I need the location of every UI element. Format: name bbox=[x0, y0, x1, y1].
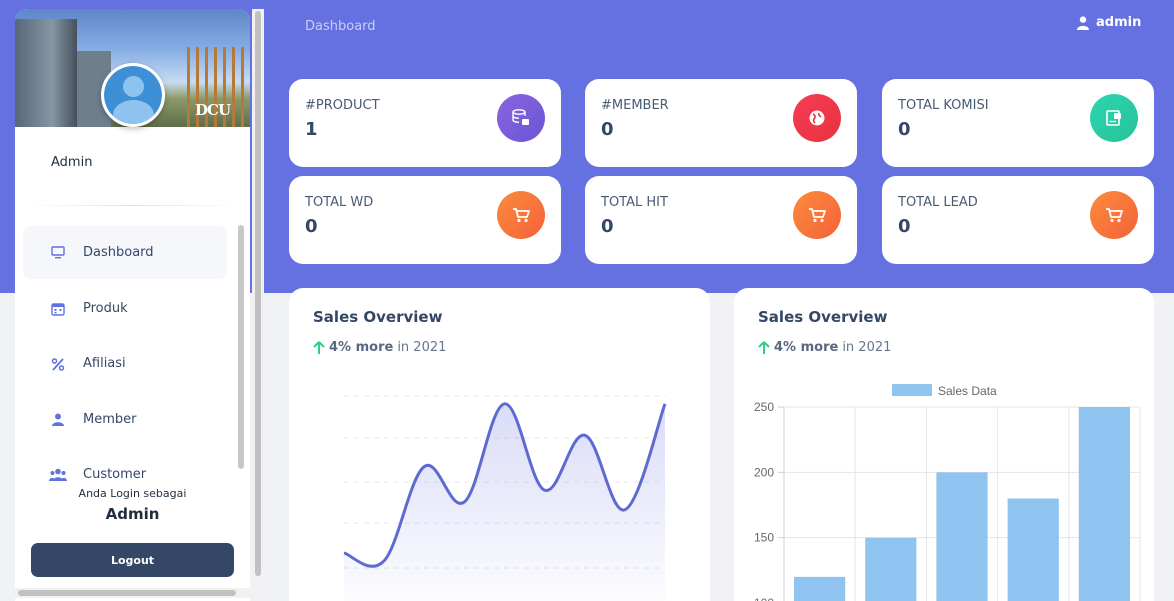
stat-label: TOTAL KOMISI bbox=[898, 98, 989, 113]
users-icon bbox=[44, 468, 72, 481]
stat-label: #PRODUCT bbox=[305, 98, 380, 113]
y-tick-label: 100 bbox=[754, 596, 774, 601]
sidebar-item-afiliasi[interactable]: Afiliasi bbox=[23, 337, 227, 390]
stat-card-total-hit: TOTAL HIT 0 bbox=[585, 176, 857, 264]
sidebar-nav: Dashboard Produk Afiliasi Member Custome… bbox=[23, 225, 237, 487]
stat-card-member: #MEMBER 0 bbox=[585, 79, 857, 167]
nav-scrollbar[interactable] bbox=[236, 223, 245, 493]
percent-icon bbox=[44, 357, 72, 371]
nav-scrollbar-thumb[interactable] bbox=[238, 225, 244, 469]
avatar-shoulders bbox=[113, 100, 154, 124]
sidebar-item-label: Member bbox=[83, 412, 137, 427]
sales-bar-chart: Sales Data 250 200 150 100 bbox=[754, 384, 1141, 601]
sidebar-item-label: Afiliasi bbox=[83, 356, 126, 371]
sales-line-chart bbox=[343, 395, 667, 601]
sidebar-item-member[interactable]: Member bbox=[23, 393, 227, 446]
sidebar-item-label: Produk bbox=[83, 301, 128, 316]
legend-swatch bbox=[892, 384, 932, 396]
cover-building bbox=[15, 19, 77, 127]
document-icon bbox=[1090, 94, 1138, 142]
stat-card-total-wd: TOTAL WD 0 bbox=[289, 176, 561, 264]
bar bbox=[794, 576, 846, 601]
sidebar-item-dashboard[interactable]: Dashboard bbox=[23, 226, 227, 279]
monitor-icon bbox=[44, 246, 72, 259]
stat-value: 0 bbox=[601, 216, 614, 237]
sidebar-item-label: Customer bbox=[83, 467, 147, 482]
user-icon bbox=[44, 413, 72, 426]
stat-card-total-komisi: TOTAL KOMISI 0 bbox=[882, 79, 1154, 167]
y-tick-label: 200 bbox=[754, 465, 774, 479]
sidebar-horizontal-scrollbar-thumb[interactable] bbox=[18, 590, 236, 596]
stat-value: 1 bbox=[305, 119, 318, 140]
sales-overview-bar-panel: Sales Overview 4% more in 2021 Sales Dat… bbox=[734, 288, 1154, 601]
sidebar-horizontal-scrollbar[interactable] bbox=[15, 588, 252, 598]
stat-card-total-lead: TOTAL LEAD 0 bbox=[882, 176, 1154, 264]
stat-card-product: #PRODUCT 1 bbox=[289, 79, 561, 167]
user-menu-label: admin bbox=[1096, 15, 1142, 30]
user-menu[interactable]: admin bbox=[1077, 15, 1141, 30]
sidebar-vertical-scrollbar-thumb[interactable] bbox=[255, 11, 261, 576]
bar bbox=[936, 472, 988, 601]
avatar-head bbox=[123, 76, 144, 97]
sales-overview-line-panel: Sales Overview 4% more in 2021 bbox=[289, 288, 710, 601]
sidebar-divider bbox=[27, 205, 238, 206]
bar bbox=[1007, 498, 1059, 601]
y-tick-label: 250 bbox=[754, 400, 774, 414]
stat-label: TOTAL WD bbox=[305, 195, 374, 210]
user-icon bbox=[1077, 15, 1089, 30]
cart-icon bbox=[793, 191, 841, 239]
stat-value: 0 bbox=[601, 119, 614, 140]
cover-logo-text: DCU bbox=[195, 101, 231, 119]
avatar[interactable] bbox=[101, 63, 165, 127]
globe-icon bbox=[793, 94, 841, 142]
stat-value: 0 bbox=[898, 119, 911, 140]
bar bbox=[1078, 407, 1130, 601]
legend-label: Sales Data bbox=[938, 384, 997, 398]
sidebar-vertical-scrollbar[interactable] bbox=[252, 9, 264, 601]
bar bbox=[865, 537, 917, 601]
stat-label: #MEMBER bbox=[601, 98, 669, 113]
sidebar-item-produk[interactable]: Produk bbox=[23, 282, 227, 335]
stat-value: 0 bbox=[305, 216, 318, 237]
stat-label: TOTAL LEAD bbox=[898, 195, 978, 210]
breadcrumb[interactable]: Dashboard bbox=[305, 19, 376, 34]
stat-label: TOTAL HIT bbox=[601, 195, 668, 210]
database-icon bbox=[497, 94, 545, 142]
sidebar: DCU Admin Dashboard Produk Afiliasi Memb… bbox=[15, 9, 250, 601]
stat-value: 0 bbox=[898, 216, 911, 237]
calendar-icon bbox=[44, 302, 72, 316]
logout-button[interactable]: Logout bbox=[31, 543, 234, 577]
y-tick-label: 150 bbox=[754, 531, 774, 545]
sidebar-item-customer[interactable]: Customer bbox=[23, 448, 227, 487]
cart-icon bbox=[1090, 191, 1138, 239]
login-name: Admin bbox=[105, 505, 160, 523]
cart-icon bbox=[497, 191, 545, 239]
sidebar-username: Admin bbox=[51, 155, 93, 170]
sidebar-item-label: Dashboard bbox=[83, 245, 154, 260]
login-as-label: Anda Login sebagai bbox=[78, 487, 187, 500]
